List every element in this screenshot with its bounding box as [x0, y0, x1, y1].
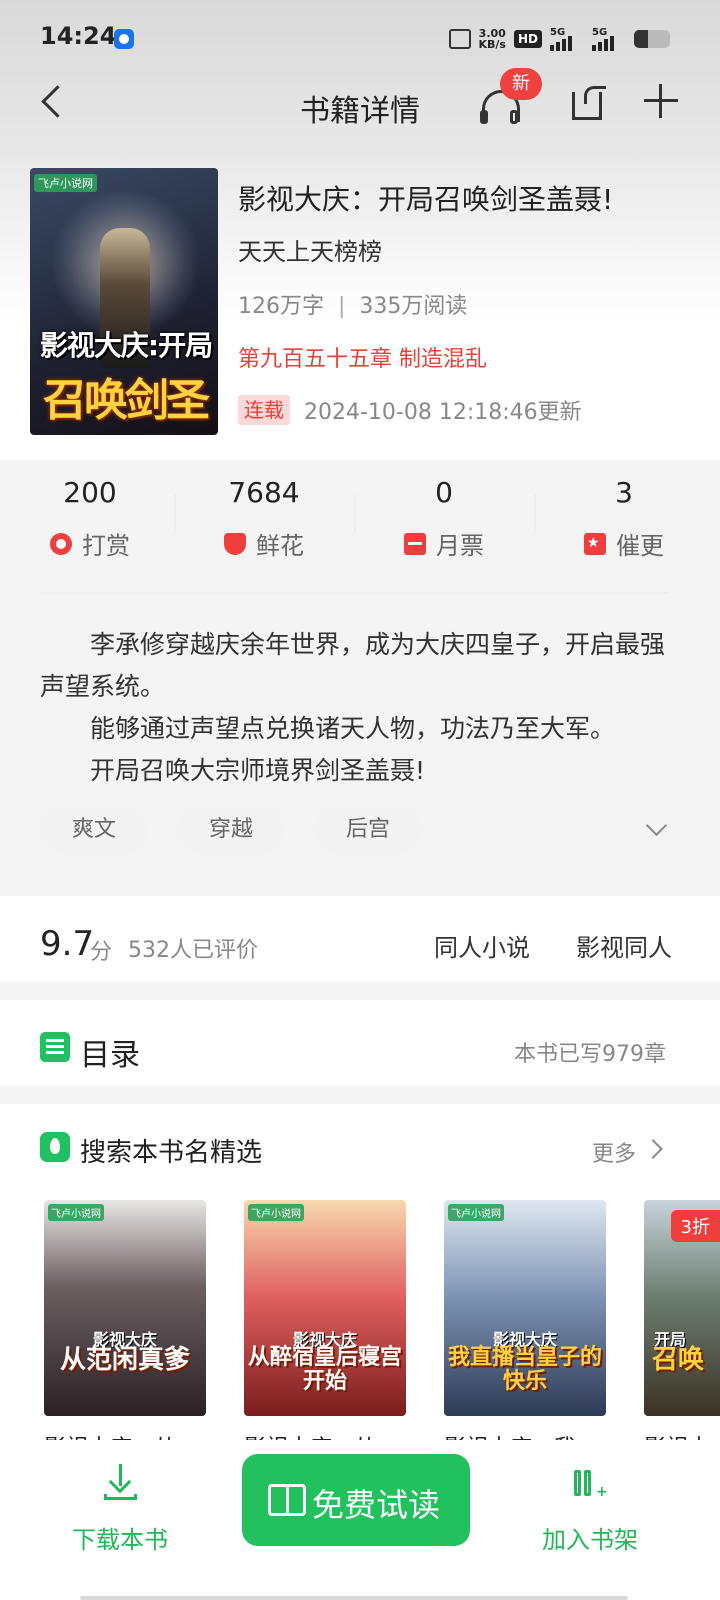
chevron-down-icon[interactable]: [646, 818, 668, 840]
signal-icon-2: 5G: [592, 27, 626, 51]
monthly-ticket-label: 月票: [436, 532, 484, 560]
add-to-shelf-button[interactable]: + 加入书架: [530, 1464, 650, 1564]
free-read-button[interactable]: 免费试读: [242, 1454, 470, 1546]
download-icon: [104, 1464, 137, 1500]
book-author[interactable]: 天天上天榜榜: [238, 232, 382, 267]
update-time: 2024-10-08 12:18:46更新: [304, 400, 582, 425]
section-divider: [40, 592, 668, 594]
book-stats: 126万字 | 335万阅读: [238, 288, 467, 320]
rating-count[interactable]: 532人已评价: [128, 932, 258, 964]
more-link[interactable]: 更多: [592, 1136, 636, 1168]
signal-icon-1: 5G: [550, 27, 584, 51]
book-intro[interactable]: 李承修穿越庆余年世界，成为大庆四皇子，开启最强声望系统。 能够通过声望点兑换诸天…: [40, 624, 670, 792]
book-status-row: 连载 2024-10-08 12:18:46更新: [238, 394, 582, 426]
interaction-stats: 200 打赏 7684 鲜花 0 月票 3 催更: [0, 470, 720, 570]
tip-stat[interactable]: 200 打赏: [0, 470, 180, 570]
flower-label: 鲜花: [256, 532, 304, 560]
cover-title-line2: 我直播当皇子的快乐: [447, 1345, 602, 1394]
flame-icon: [40, 1132, 70, 1162]
word-count: 126万字: [238, 294, 324, 319]
rating-score: 9.7: [40, 924, 95, 964]
intro-paragraph-3: 开局召唤大宗师境界剑圣盖聂!: [90, 756, 426, 785]
gift-icon: [50, 532, 72, 555]
list-icon: [40, 1032, 70, 1062]
network-speed: 3.00 KB/s: [479, 28, 506, 50]
download-button[interactable]: 下载本书: [60, 1464, 180, 1564]
flower-stat[interactable]: 7684 鲜花: [174, 470, 354, 570]
tip-label: 打赏: [82, 532, 130, 560]
status-time: 14:24: [40, 22, 117, 50]
cover-title-line2: 召唤: [652, 1345, 705, 1375]
selection-panel: 搜索本书名精选 更多 飞卢小说网 影视大庆 从范闲真爹 影视大庆：从 飞卢小说网…: [0, 1104, 720, 1444]
intro-paragraph-1: 李承修穿越庆余年世界，成为大庆四皇子，开启最强声望系统。: [40, 630, 666, 701]
category-link[interactable]: 同人小说: [434, 928, 530, 963]
monthly-ticket-stat[interactable]: 0 月票: [354, 470, 534, 570]
tag-list: 爽文 穿越 后宫: [40, 806, 680, 854]
add-icon[interactable]: [644, 84, 678, 118]
urge-update-label: 催更: [616, 532, 664, 560]
tag-chip[interactable]: 爽文: [40, 806, 148, 854]
urge-update-count: 3: [615, 476, 633, 509]
add-to-shelf-label: 加入书架: [542, 1526, 638, 1554]
urge-icon: [584, 532, 606, 555]
new-badge: 新: [500, 68, 542, 100]
toc-title: 目录: [80, 1038, 140, 1073]
recommended-book[interactable]: 飞卢小说网 影视大庆 从范闲真爹 影视大庆：从: [44, 1200, 206, 1444]
toc-panel[interactable]: 目录 本书已写979章: [0, 1000, 720, 1086]
stats-separator: |: [338, 294, 346, 319]
cover-title-line1: 影视大庆:开局: [39, 329, 213, 362]
cover-title-line2: 从醉宿皇后寝宫开始: [247, 1345, 402, 1394]
app-notification-icon: [114, 29, 134, 49]
open-book-icon: [268, 1484, 306, 1516]
recommended-book-cover: 飞卢小说网 影视大庆 从范闲真爹: [44, 1200, 206, 1416]
rating-panel: 9.7 分 532人已评价 同人小说 影视同人: [0, 896, 720, 982]
status-indicators: 3.00 KB/s HD 5G 5G: [448, 24, 670, 54]
page-title: 书籍详情: [0, 86, 720, 130]
tip-count: 200: [63, 476, 117, 509]
hd-icon: HD: [513, 30, 542, 48]
home-indicator[interactable]: [80, 1596, 628, 1600]
selection-title: 搜索本书名精选: [80, 1138, 263, 1168]
tag-chip[interactable]: 后宫: [314, 806, 422, 854]
recommended-book[interactable]: 开局 召唤 3折 影视大: [644, 1200, 720, 1444]
cover-logo: 飞卢小说网: [34, 174, 97, 192]
chapter-count: 本书已写979章: [514, 1042, 666, 1067]
urge-update-stat[interactable]: 3 催更: [534, 470, 714, 570]
cover-logo: 飞卢小说网: [248, 1204, 304, 1221]
flower-count: 7684: [228, 476, 300, 509]
page-title-text: 书籍详情: [300, 94, 420, 129]
discount-badge: 3折: [670, 1210, 720, 1242]
serial-status-badge: 连载: [238, 395, 290, 425]
recommended-book[interactable]: 飞卢小说网 影视大庆 从醉宿皇后寝宫开始 影视大庆：从: [244, 1200, 406, 1444]
rating-unit: 分: [90, 940, 113, 965]
latest-chapter-link[interactable]: 第九百五十五章 制造混乱: [238, 341, 487, 373]
read-count: 335万阅读: [359, 294, 468, 319]
book-cover[interactable]: 影视大庆:开局 召唤剑圣 飞卢小说网: [30, 168, 218, 435]
intro-paragraph-2: 能够通过声望点兑换诸天人物，功法乃至大军。: [90, 714, 616, 743]
nav-bar: 书籍详情: [0, 68, 720, 138]
recommended-book-cover: 飞卢小说网 影视大庆 从醉宿皇后寝宫开始: [244, 1200, 406, 1416]
book-title: 影视大庆：开局召唤剑圣盖聂!: [238, 183, 614, 216]
cover-title-line2: 从范闲真爹: [59, 1345, 190, 1375]
monthly-ticket-count: 0: [435, 476, 453, 509]
ticket-icon: [404, 532, 426, 555]
free-read-label: 免费试读: [312, 1486, 441, 1524]
vibrate-icon: [448, 29, 471, 49]
cover-title-line2: 召唤剑圣: [43, 375, 210, 426]
chevron-right-icon[interactable]: [643, 1139, 663, 1159]
recommended-book-cover: 飞卢小说网 影视大庆 我直播当皇子的快乐: [444, 1200, 606, 1416]
bottom-action-bar: 下载本书 免费试读 + 加入书架: [0, 1440, 720, 1600]
share-icon[interactable]: [572, 86, 608, 120]
flower-icon: [224, 532, 246, 555]
download-label: 下载本书: [72, 1526, 168, 1554]
cover-logo: 飞卢小说网: [48, 1204, 104, 1221]
bookshelf-add-icon: +: [574, 1464, 608, 1500]
back-icon[interactable]: [36, 82, 72, 122]
network-speed-unit: KB/s: [478, 38, 506, 51]
tag-chip[interactable]: 穿越: [177, 806, 285, 854]
cover-logo: 飞卢小说网: [448, 1204, 504, 1221]
battery-icon: [634, 30, 670, 48]
category-link[interactable]: 影视同人: [576, 928, 672, 963]
recommended-book[interactable]: 飞卢小说网 影视大庆 我直播当皇子的快乐 影视大庆：我: [444, 1200, 606, 1444]
